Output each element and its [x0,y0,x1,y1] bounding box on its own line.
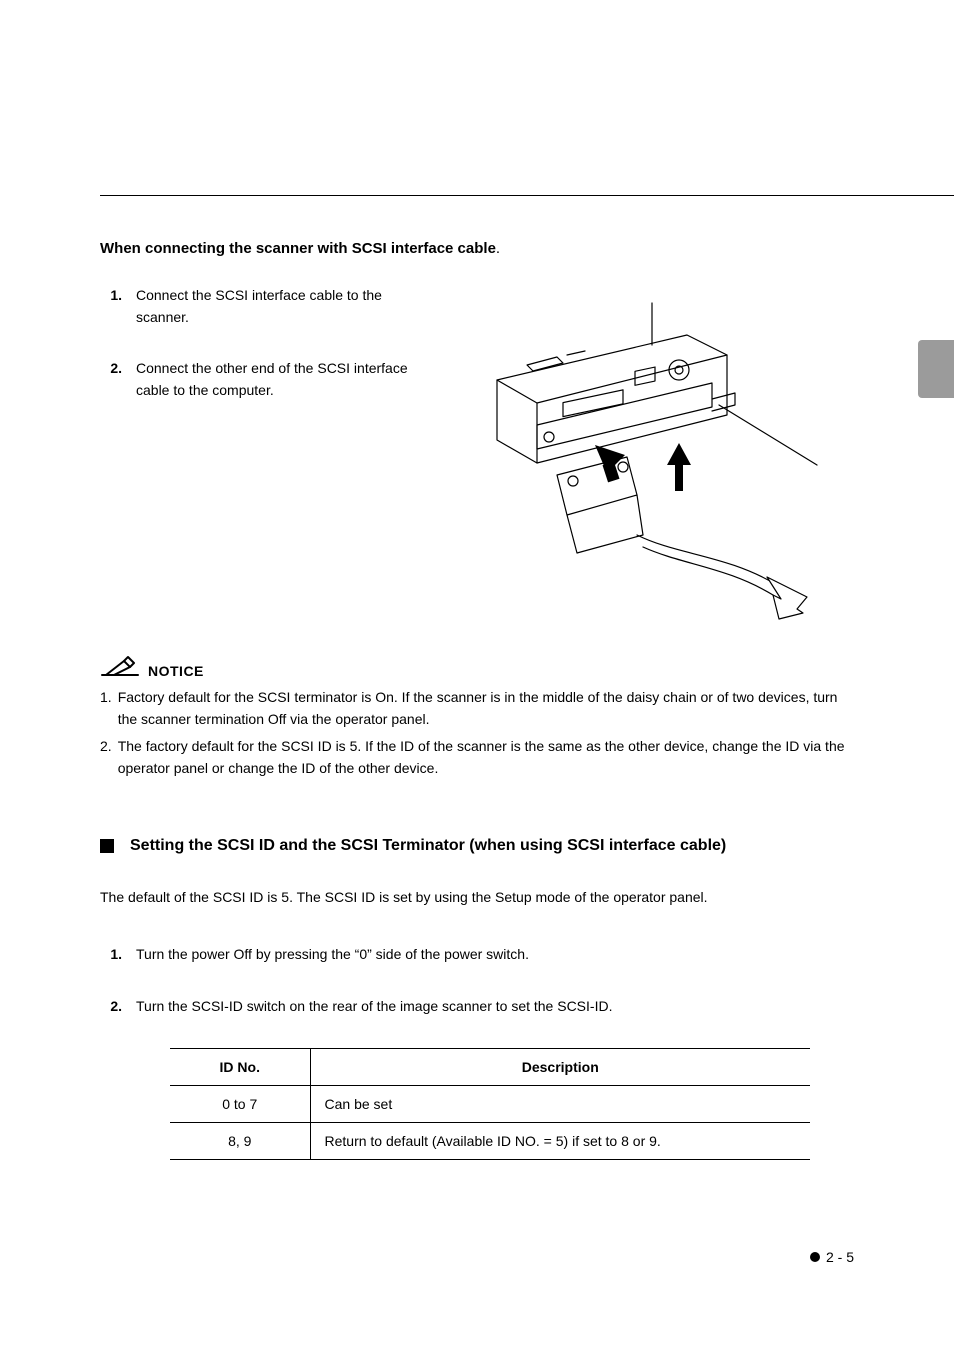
step-number: 1. [100,944,122,966]
section2: Setting the SCSI ID and the SCSI Termina… [100,836,854,1160]
table-cell-desc: Return to default (Available ID NO. = 5)… [310,1122,810,1159]
notice-item: 1. Factory default for the SCSI terminat… [100,687,854,730]
notice-block: NOTICE 1. Factory default for the SCSI t… [100,655,854,780]
section2-title-row: Setting the SCSI ID and the SCSI Termina… [100,836,854,857]
section1-heading: When connecting the scanner with SCSI in… [100,240,854,257]
step-text: Connect the other end of the SCSI interf… [136,358,420,401]
step-text: Turn the power Off by pressing the “0” s… [136,944,854,966]
notice-list: 1. Factory default for the SCSI terminat… [100,687,854,780]
section1-row: 1. Connect the SCSI interface cable to t… [100,285,854,625]
main-content: When connecting the scanner with SCSI in… [100,240,854,1160]
notice-item-number: 1. [100,687,112,730]
scanner-cable-diagram [450,285,854,625]
step-number: 2. [100,996,122,1018]
page-number: 2 - 5 [826,1249,854,1265]
table-cell-id: 8, 9 [170,1122,310,1159]
notice-header: NOTICE [100,655,854,679]
table-row: 0 to 7 Can be set [170,1085,810,1122]
step-item: 2. Turn the SCSI-ID switch on the rear o… [100,996,854,1018]
table-cell-desc: Can be set [310,1085,810,1122]
step-number: 1. [100,285,122,328]
top-divider [100,195,954,196]
table-header-id: ID No. [170,1048,310,1085]
step-text: Turn the SCSI-ID switch on the rear of t… [136,996,854,1018]
notice-item-text: Factory default for the SCSI terminator … [118,687,854,730]
step-item: 1. Connect the SCSI interface cable to t… [100,285,420,328]
table-cell-id: 0 to 7 [170,1085,310,1122]
section1-heading-text: When connecting the scanner with SCSI in… [100,240,496,257]
step-item: 2. Connect the other end of the SCSI int… [100,358,420,401]
notice-label: NOTICE [148,663,204,679]
section2-intro: The default of the SCSI ID is 5. The SCS… [100,887,854,909]
step-number: 2. [100,358,122,401]
square-bullet-icon [100,839,114,853]
section2-steps: 1. Turn the power Off by pressing the “0… [100,944,854,1017]
table-header-desc: Description [310,1048,810,1085]
section2-title: Setting the SCSI ID and the SCSI Termina… [130,836,726,857]
footer-bullet-icon [810,1252,820,1262]
scanner-connection-illustration [467,295,837,625]
step-item: 1. Turn the power Off by pressing the “0… [100,944,854,966]
notice-item-number: 2. [100,736,112,779]
section1-steps-col: 1. Connect the SCSI interface cable to t… [100,285,420,432]
notice-item: 2. The factory default for the SCSI ID i… [100,736,854,779]
side-tab [918,340,954,398]
scsi-id-table: ID No. Description 0 to 7 Can be set 8, … [170,1048,810,1160]
section1-steps: 1. Connect the SCSI interface cable to t… [100,285,420,402]
page-footer: 2 - 5 [810,1249,854,1265]
table-header-row: ID No. Description [170,1048,810,1085]
pencil-icon [100,655,140,679]
notice-item-text: The factory default for the SCSI ID is 5… [118,736,854,779]
table-row: 8, 9 Return to default (Available ID NO.… [170,1122,810,1159]
section1-heading-suffix: . [496,240,500,257]
step-text: Connect the SCSI interface cable to the … [136,285,420,328]
